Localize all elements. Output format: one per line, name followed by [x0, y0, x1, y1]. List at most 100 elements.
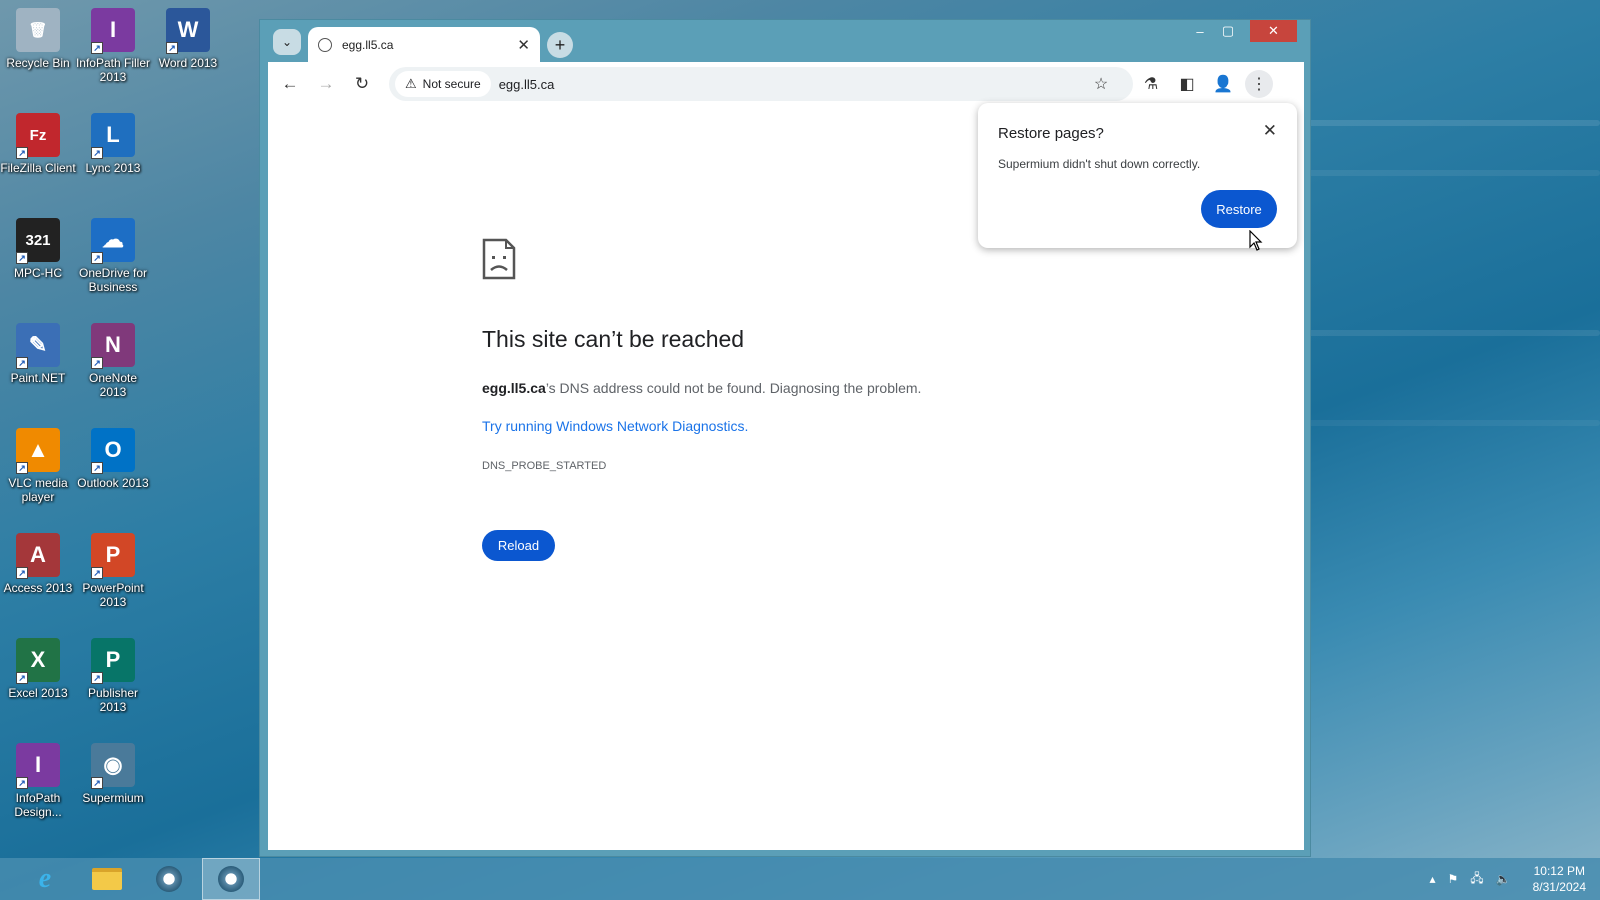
security-chip[interactable]: ⚠ Not secure [395, 71, 491, 97]
address-bar[interactable]: ⚠ Not secure egg.ll5.ca [389, 67, 1133, 101]
star-icon[interactable]: ☆ [1087, 70, 1115, 98]
shortcut-arrow-icon: ↗ [91, 357, 103, 369]
url-text[interactable]: egg.ll5.ca [499, 77, 555, 92]
desktop-icon-supermium[interactable]: ◉ ↗ Supermium [75, 743, 151, 805]
wallpaper-streak [1280, 330, 1600, 336]
globe-icon [318, 37, 332, 52]
error-description: egg.ll5.ca’s DNS address could not be fo… [482, 380, 921, 396]
title-bar[interactable]: ⌄ egg.ll5.ca ✕ + – ▢ ✕ [260, 20, 1310, 62]
app-icon: ✎ ↗ [16, 323, 60, 369]
file-explorer-icon[interactable] [78, 858, 136, 900]
app-icon: P ↗ [91, 533, 135, 579]
tab-search-button[interactable]: ⌄ [273, 29, 301, 55]
restore-button[interactable]: Restore [1201, 190, 1277, 228]
desktop-icon-label: InfoPath Filler 2013 [75, 56, 151, 84]
network-diagnostics-link[interactable]: Try running Windows Network Diagnostics. [482, 418, 748, 434]
maximize-button[interactable]: ▢ [1214, 20, 1242, 42]
desktop-icon-infopath-filler-2013[interactable]: I ↗ InfoPath Filler 2013 [75, 8, 151, 84]
chevron-down-icon: ⌄ [281, 35, 293, 49]
reload-button[interactable]: ↻ [344, 66, 380, 102]
shortcut-arrow-icon: ↗ [91, 147, 103, 159]
shortcut-arrow-icon: ↗ [16, 462, 28, 474]
desktop-icon-access-2013[interactable]: A ↗ Access 2013 [0, 533, 76, 595]
app-icon: I ↗ [91, 8, 135, 54]
desktop-icon-label: Paint.NET [10, 371, 66, 385]
error-code: DNS_PROBE_STARTED [482, 460, 607, 472]
app-icon: 🗑 [16, 8, 60, 52]
error-title: This site can’t be reached [482, 326, 745, 352]
app-icon: P ↗ [91, 638, 135, 684]
shortcut-arrow-icon: ↗ [16, 357, 28, 369]
desktop-icon-publisher-2013[interactable]: P ↗ Publisher 2013 [75, 638, 151, 714]
side-panel-icon[interactable]: ◧ [1173, 70, 1201, 98]
desktop-icon-lync-2013[interactable]: L ↗ Lync 2013 [75, 113, 151, 175]
desktop-icon-label: FileZilla Client [0, 161, 76, 175]
shortcut-arrow-icon: ↗ [91, 462, 103, 474]
desktop-icon-powerpoint-2013[interactable]: P ↗ PowerPoint 2013 [75, 533, 151, 609]
desktop-icon-onenote-2013[interactable]: N ↗ OneNote 2013 [75, 323, 151, 399]
close-window-button[interactable]: ✕ [1250, 20, 1297, 42]
taskbar: e ▴ ⚑ 🖧 🔈 10:12 PM 8/31/2024 [0, 858, 1600, 900]
tab-egg-ll5[interactable]: egg.ll5.ca ✕ [308, 27, 540, 62]
browser-toolbar: ← → ↻ ⚠ Not secure egg.ll5.ca ☆ ⚗ ◧ 👤 ⋮ [268, 62, 1304, 106]
warning-icon: ⚠ [405, 76, 417, 91]
network-icon[interactable]: 🖧 [1470, 869, 1483, 890]
plus-icon: + [554, 34, 566, 55]
shortcut-arrow-icon: ↗ [16, 777, 28, 789]
app-icon: ☁ ↗ [91, 218, 135, 264]
restore-dialog-message: Supermium didn't shut down correctly. [998, 157, 1201, 171]
reload-page-button[interactable]: Reload [482, 530, 555, 561]
new-tab-button[interactable]: + [547, 32, 573, 58]
error-description-text: ’s DNS address could not be found. Diagn… [545, 380, 922, 396]
desktop-icon-mpc-hc[interactable]: 321 ↗ MPC-HC [0, 218, 76, 280]
desktop-icon-filezilla-client[interactable]: Fz ↗ FileZilla Client [0, 113, 76, 175]
shortcut-arrow-icon: ↗ [16, 252, 28, 264]
desktop-icon-outlook-2013[interactable]: O ↗ Outlook 2013 [75, 428, 151, 490]
desktop-icon-label: OneDrive for Business [78, 266, 148, 294]
desktop-icon-paint-net[interactable]: ✎ ↗ Paint.NET [0, 323, 76, 385]
mouse-cursor-icon [1249, 230, 1263, 251]
desktop-icon-label: PowerPoint 2013 [82, 581, 144, 609]
security-label: Not secure [422, 77, 481, 91]
restore-pages-dialog: Restore pages? Supermium didn't shut dow… [978, 103, 1297, 248]
shortcut-arrow-icon: ↗ [91, 672, 103, 684]
error-host: egg.ll5.ca [482, 380, 546, 396]
app-icon: A ↗ [16, 533, 60, 579]
supermium-icon[interactable] [140, 858, 198, 900]
clock[interactable]: 10:12 PM 8/31/2024 [1533, 863, 1586, 895]
volume-icon[interactable]: 🔈 [1496, 872, 1511, 886]
desktop-icon-infopath-design[interactable]: I ↗ InfoPath Design... [0, 743, 76, 819]
back-button[interactable]: ← [272, 66, 308, 102]
app-icon: ◉ ↗ [91, 743, 135, 789]
shortcut-arrow-icon: ↗ [166, 42, 178, 54]
labs-icon[interactable]: ⚗ [1137, 70, 1165, 98]
restore-dialog-title: Restore pages? [998, 125, 1104, 142]
desktop-icon-excel-2013[interactable]: X ↗ Excel 2013 [0, 638, 76, 700]
ie-icon[interactable]: e [16, 858, 74, 900]
show-hidden-icons-icon[interactable]: ▴ [1429, 872, 1435, 886]
app-icon: ▲ ↗ [16, 428, 60, 474]
desktop-icon-word-2013[interactable]: W ↗ Word 2013 [150, 8, 226, 70]
shortcut-arrow-icon: ↗ [91, 567, 103, 579]
forward-button[interactable]: → [308, 66, 344, 102]
desktop-icon-label: Access 2013 [3, 581, 73, 595]
menu-icon[interactable]: ⋮ [1245, 70, 1273, 98]
shortcut-arrow-icon: ↗ [16, 672, 28, 684]
desktop-icon-label: Publisher 2013 [87, 686, 139, 714]
close-icon[interactable]: ✕ [517, 36, 530, 54]
close-icon[interactable]: ✕ [1263, 121, 1277, 141]
flag-icon[interactable]: ⚑ [1448, 872, 1459, 886]
app-icon: I ↗ [16, 743, 60, 789]
wallpaper-streak [1280, 170, 1600, 176]
desktop-icon-onedrive-for-business[interactable]: ☁ ↗ OneDrive for Business [75, 218, 151, 294]
profile-icon[interactable]: 👤 [1209, 70, 1237, 98]
desktop-icon-label: VLC media player [8, 476, 68, 504]
desktop-icon-recycle-bin[interactable]: 🗑 Recycle Bin [0, 8, 76, 70]
desktop-icon-vlc-media-player[interactable]: ▲ ↗ VLC media player [0, 428, 76, 504]
app-icon: N ↗ [91, 323, 135, 369]
minimize-button[interactable]: – [1186, 20, 1214, 42]
shortcut-arrow-icon: ↗ [91, 252, 103, 264]
supermium-active-icon[interactable] [202, 858, 260, 900]
app-icon: Fz ↗ [16, 113, 60, 159]
shortcut-arrow-icon: ↗ [16, 147, 28, 159]
